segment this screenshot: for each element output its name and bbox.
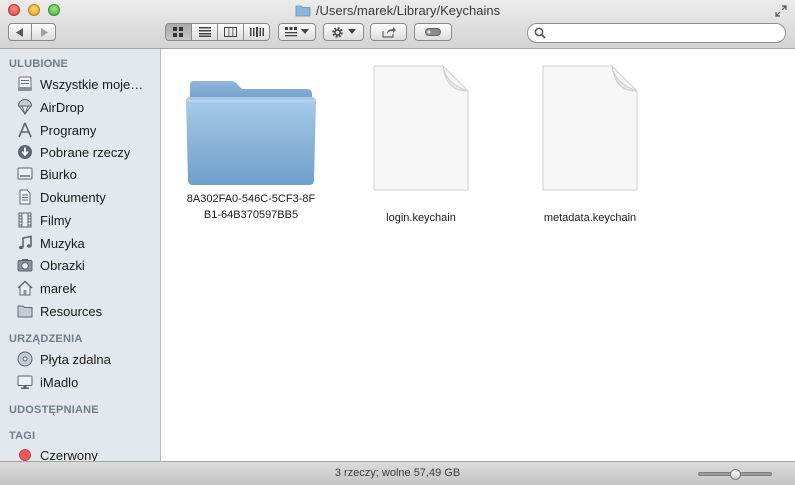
- music-icon: [16, 234, 34, 252]
- file-item-metadata-keychain[interactable]: metadata.keychain: [505, 64, 675, 226]
- all-files-icon: [16, 75, 34, 93]
- fullscreen-button[interactable]: [775, 4, 787, 22]
- folder-icon: [295, 5, 311, 17]
- home-icon: [16, 279, 34, 297]
- sidebar-item-movies[interactable]: Filmy: [0, 209, 160, 231]
- back-button[interactable]: [8, 23, 32, 41]
- search-icon: [534, 27, 546, 39]
- sidebar-item-label: Płyta zdalna: [40, 351, 111, 367]
- chevron-down-icon: [348, 29, 356, 34]
- folder-icon: [186, 81, 316, 185]
- sidebar-section-shared: UDOSTĘPNIANE: [9, 404, 99, 416]
- sidebar: ULUBIONE Wszystkie moje… AirDrop Program…: [0, 49, 161, 461]
- sidebar-item-label: Resources: [40, 303, 103, 319]
- sidebar-item-label: Biurko: [40, 166, 77, 182]
- list-view-button[interactable]: [191, 23, 218, 41]
- sidebar-item-airdrop[interactable]: AirDrop: [0, 96, 160, 118]
- sidebar-item-pictures[interactable]: Obrazki: [0, 254, 160, 276]
- arrange-icon: [285, 27, 297, 37]
- gear-icon: [332, 26, 343, 38]
- file-item-login-keychain[interactable]: login.keychain: [336, 64, 506, 226]
- sidebar-item-label: marek: [40, 280, 77, 296]
- finder-window: /Users/marek/Library/Keychains ULUBIONE …: [0, 0, 795, 485]
- coverflow-view-icon: [249, 27, 264, 37]
- fullscreen-icon: [775, 5, 787, 17]
- column-view-button[interactable]: [217, 23, 244, 41]
- sidebar-section-tags: TAGI: [9, 430, 36, 442]
- status-bar: 3 rzeczy; wolne 57,49 GB: [0, 461, 795, 485]
- sidebar-item-computer[interactable]: iMadlo: [0, 371, 160, 393]
- file-name-line: metadata.keychain: [543, 212, 637, 224]
- sidebar-item-applications[interactable]: Programy: [0, 119, 160, 141]
- file-name-line: 8A302FA0-546C-5CF3-8F: [186, 193, 316, 205]
- window-title: /Users/marek/Library/Keychains: [0, 3, 795, 18]
- pictures-icon: [16, 256, 34, 274]
- movies-icon: [16, 211, 34, 229]
- status-text: 3 rzeczy; wolne 57,49 GB: [334, 467, 461, 479]
- view-mode-control: [165, 23, 270, 41]
- sidebar-item-desktop[interactable]: Biurko: [0, 163, 160, 185]
- sidebar-item-label: Obrazki: [40, 257, 85, 273]
- arrange-button[interactable]: [278, 23, 316, 41]
- slider-knob[interactable]: [729, 469, 741, 480]
- sidebar-item-label: Wszystkie moje…: [40, 76, 144, 92]
- history-nav: [8, 23, 56, 41]
- sidebar-item-music[interactable]: Muzyka: [0, 232, 160, 254]
- icon-view-icon: [173, 26, 183, 37]
- sidebar-item-label: AirDrop: [40, 99, 85, 115]
- downloads-icon: [16, 143, 34, 161]
- sidebar-item-label: Dokumenty: [40, 189, 106, 205]
- search-field[interactable]: [527, 23, 786, 43]
- share-icon: [381, 26, 396, 38]
- folder-icon: [16, 302, 34, 320]
- desktop-icon: [16, 165, 34, 183]
- tag-icon: [425, 28, 441, 36]
- toolbar: /Users/marek/Library/Keychains: [0, 0, 795, 49]
- chevron-down-icon: [301, 29, 309, 34]
- file-browser: 8A302FA0-546C-5CF3-8F B1-64B370597BB5 lo…: [161, 49, 795, 461]
- tags-button[interactable]: [414, 23, 452, 41]
- sidebar-item-documents[interactable]: Dokumenty: [0, 186, 160, 208]
- document-icon: [373, 65, 469, 191]
- sidebar-item-all-files[interactable]: Wszystkie moje…: [0, 73, 160, 95]
- sidebar-item-label: Czerwony: [40, 447, 98, 462]
- action-button[interactable]: [323, 23, 364, 41]
- sidebar-item-label: Muzyka: [40, 235, 85, 251]
- file-name-line: B1-64B370597BB5: [203, 209, 299, 221]
- search-input[interactable]: [550, 25, 779, 42]
- sidebar-section-favorites: ULUBIONE: [9, 58, 69, 70]
- sidebar-item-resources[interactable]: Resources: [0, 300, 160, 322]
- sidebar-section-devices: URZĄDZENIA: [9, 333, 83, 345]
- sidebar-item-downloads[interactable]: Pobrane rzeczy: [0, 141, 160, 163]
- sidebar-item-label: Filmy: [40, 212, 72, 228]
- sidebar-item-label: Programy: [40, 122, 97, 138]
- icon-size-slider[interactable]: [698, 469, 772, 480]
- tag-color-dot-icon: [16, 446, 34, 461]
- share-button[interactable]: [370, 23, 407, 41]
- back-arrow-icon: [16, 27, 23, 37]
- sidebar-item-label: iMadlo: [40, 374, 79, 390]
- airdrop-icon: [16, 98, 34, 116]
- sidebar-item-tag-red[interactable]: Czerwony: [0, 444, 160, 461]
- forward-arrow-icon: [40, 27, 48, 37]
- applications-icon: [16, 121, 34, 139]
- document-icon: [542, 65, 638, 191]
- sidebar-item-remote-disc[interactable]: Płyta zdalna: [0, 348, 160, 370]
- window-title-text: /Users/marek/Library/Keychains: [315, 3, 501, 18]
- forward-button[interactable]: [31, 23, 56, 41]
- documents-icon: [16, 188, 34, 206]
- column-view-icon: [224, 27, 237, 37]
- computer-icon: [16, 373, 34, 391]
- remote-disc-icon: [16, 350, 34, 368]
- sidebar-item-home[interactable]: marek: [0, 277, 160, 299]
- file-name-line: login.keychain: [386, 212, 456, 224]
- sidebar-item-label: Pobrane rzeczy: [40, 144, 131, 160]
- list-view-icon: [198, 27, 211, 37]
- coverflow-view-button[interactable]: [243, 23, 270, 41]
- icon-view-button[interactable]: [165, 23, 192, 41]
- file-item-folder[interactable]: 8A302FA0-546C-5CF3-8F B1-64B370597BB5: [166, 77, 336, 223]
